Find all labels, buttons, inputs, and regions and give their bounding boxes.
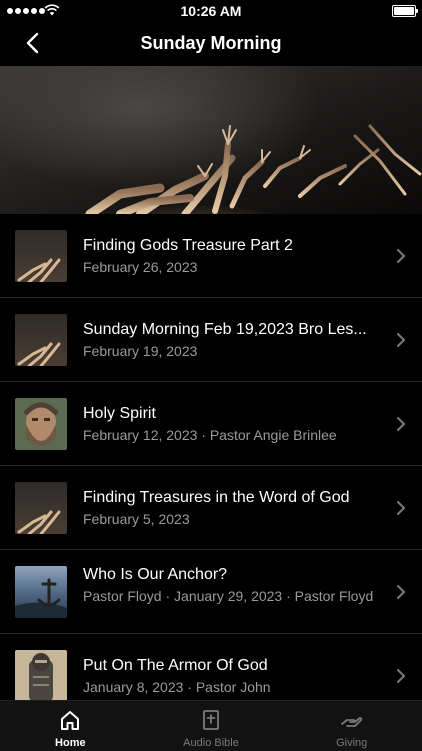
chevron-right-icon bbox=[397, 669, 406, 683]
tab-label: Giving bbox=[336, 737, 368, 749]
tab-audio-bible[interactable]: Audio Bible bbox=[141, 701, 282, 751]
sermon-title: Finding Gods Treasure Part 2 bbox=[83, 237, 293, 254]
sermon-title: Holy Spirit bbox=[83, 405, 156, 422]
sermon-date: February 19, 2023 bbox=[83, 343, 198, 359]
hero-image bbox=[0, 66, 422, 214]
home-icon bbox=[61, 711, 80, 730]
sermon-title: Who Is Our Anchor? bbox=[83, 566, 228, 583]
list-item[interactable]: Finding Gods Treasure Part 2 February 26… bbox=[0, 214, 422, 298]
chevron-right-icon bbox=[397, 501, 406, 515]
sermon-thumbnail bbox=[15, 566, 67, 618]
sermon-thumbnail bbox=[15, 398, 67, 450]
list-item[interactable]: Finding Treasures in the Word of God Feb… bbox=[0, 466, 422, 550]
page-title: Sunday Morning bbox=[140, 33, 282, 53]
sermon-date: February 12, 2023 · Pastor Angie Brinlee bbox=[83, 427, 337, 443]
sermon-title: Finding Treasures in the Word of God bbox=[83, 489, 350, 506]
sermon-list: Finding Gods Treasure Part 2 February 26… bbox=[0, 214, 422, 718]
chevron-right-icon bbox=[397, 249, 406, 263]
tab-giving[interactable]: Giving bbox=[281, 701, 422, 751]
tab-label: Home bbox=[55, 737, 86, 749]
back-button[interactable] bbox=[22, 30, 46, 56]
raised-hands-illustration bbox=[85, 124, 422, 214]
sermon-date: February 5, 2023 bbox=[83, 511, 190, 527]
sermon-thumbnail bbox=[15, 230, 67, 282]
tab-label: Audio Bible bbox=[183, 737, 239, 749]
tab-bar: Home Audio Bible Giving bbox=[0, 700, 422, 751]
list-item[interactable]: Who Is Our Anchor? Pastor Floyd · Januar… bbox=[0, 550, 422, 634]
sermon-thumbnail bbox=[15, 650, 67, 702]
chevron-right-icon bbox=[397, 585, 406, 599]
sermon-title: Put On The Armor Of God bbox=[83, 657, 268, 674]
status-bar: 10:26 AM bbox=[0, 0, 422, 22]
giving-hand-icon bbox=[340, 717, 362, 727]
list-item[interactable]: Sunday Morning Feb 19,2023 Bro Les... Fe… bbox=[0, 298, 422, 382]
battery-icon bbox=[392, 5, 418, 17]
sermon-title: Sunday Morning Feb 19,2023 Bro Les... bbox=[83, 321, 367, 338]
chevron-right-icon bbox=[397, 333, 406, 347]
status-time: 10:26 AM bbox=[180, 3, 242, 19]
sermon-date: Pastor Floyd · January 29, 2023 · Pastor… bbox=[83, 588, 374, 604]
chevron-left-icon bbox=[26, 32, 39, 54]
navigation-bar: Sunday Morning bbox=[0, 22, 422, 66]
sermon-date: February 26, 2023 bbox=[83, 259, 198, 275]
sermon-date: January 8, 2023 · Pastor John bbox=[83, 679, 271, 695]
sermon-thumbnail bbox=[15, 482, 67, 534]
sermon-thumbnail bbox=[15, 314, 67, 366]
tab-home[interactable]: Home bbox=[0, 701, 141, 751]
bible-icon bbox=[203, 710, 219, 730]
chevron-right-icon bbox=[397, 417, 406, 431]
list-item[interactable]: Holy Spirit February 12, 2023 · Pastor A… bbox=[0, 382, 422, 466]
